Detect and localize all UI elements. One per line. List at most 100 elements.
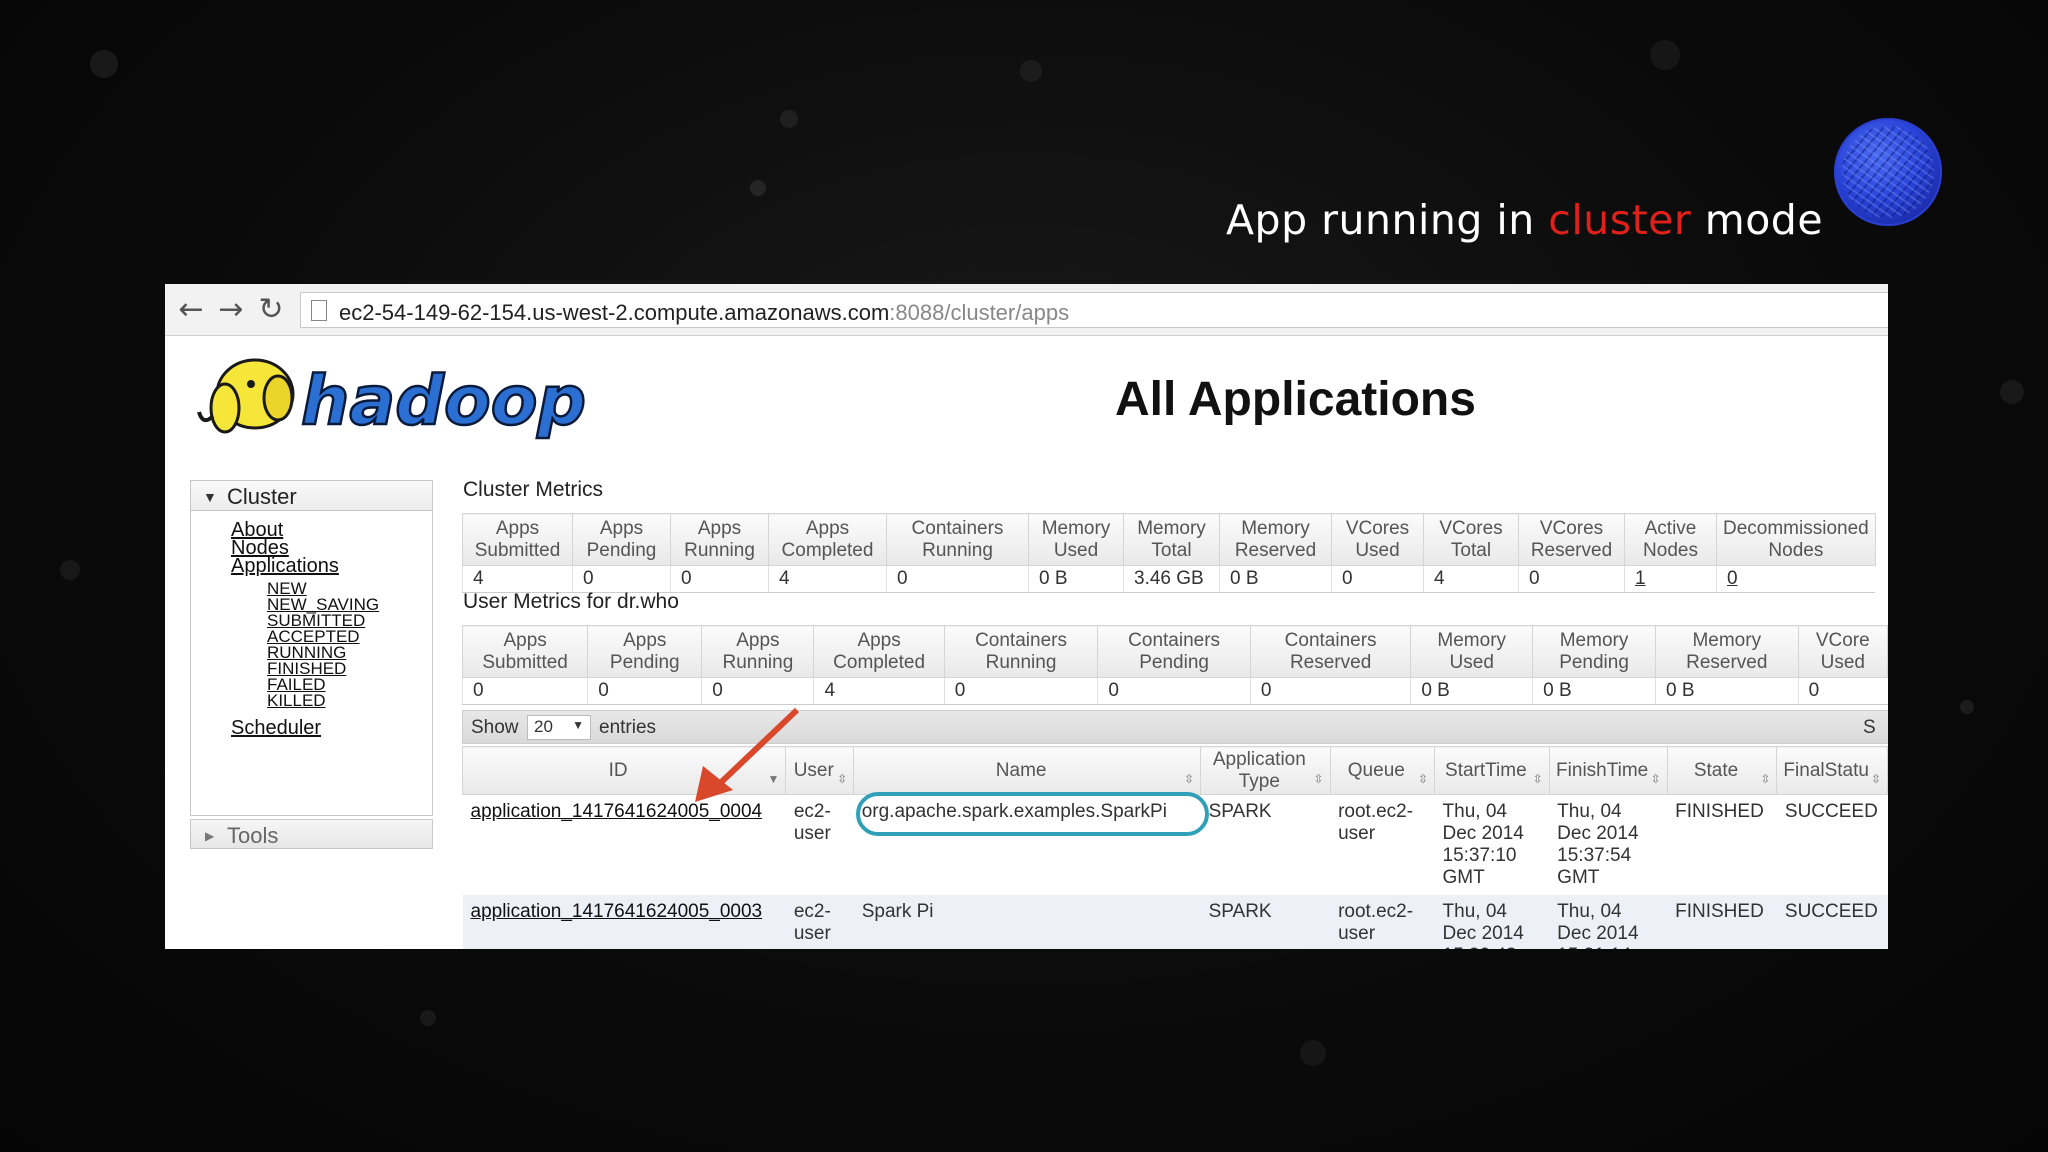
app-column-header[interactable]: FinishTime ⇳ <box>1548 746 1668 795</box>
url-path: :8088/cluster/apps <box>889 300 1070 325</box>
back-arrow-icon[interactable]: ← <box>175 294 207 326</box>
cluster-metric-header: Memory Total <box>1123 513 1220 566</box>
highlight-circle <box>856 792 1209 836</box>
sort-icon: ⇳ <box>1870 772 1881 786</box>
page-title: All Applications <box>1115 373 1476 426</box>
user-metric-value: 0 B <box>1410 677 1533 705</box>
address-bar-row: ← → ↻ ec2-54-149-62-154.us-west-2.comput… <box>165 284 1888 336</box>
url-text: ec2-54-149-62-154.us-west-2.compute.amaz… <box>339 300 1069 326</box>
sidebar: ▼ Cluster About Nodes Applications NEW NE… <box>190 480 433 816</box>
reload-icon[interactable]: ↻ <box>255 294 287 326</box>
cluster-metric-header: Apps Pending <box>572 513 671 566</box>
cluster-metric-value: 4 <box>462 565 573 593</box>
caption-text: App running in <box>1226 196 1549 244</box>
user-metric-value: 0 B <box>1654 677 1799 705</box>
user-metrics-table: Apps Submitted Apps Pending Apps Running Apps C… <box>461 625 1888 705</box>
sort-icon: ⇳ <box>1313 772 1324 786</box>
sidebar-link-scheduler[interactable]: Scheduler <box>231 717 321 740</box>
cluster-metric-header: Containers Running <box>886 513 1029 566</box>
user-metric-value: 0 <box>1797 677 1888 705</box>
user-metric-header: VCore Used <box>1797 625 1888 678</box>
page-icon <box>311 300 327 321</box>
sort-icon: ⇳ <box>1760 772 1771 786</box>
background-speck <box>750 180 766 196</box>
cluster-metric-header: VCores Reserved <box>1518 513 1625 566</box>
collapsed-triangle-icon: ▶ <box>205 829 215 843</box>
dropdown-arrow-icon: ▼ <box>572 718 584 732</box>
app-column-header[interactable]: StartTime ⇳ <box>1434 746 1550 795</box>
cluster-metric-header: Active Nodes <box>1624 513 1717 566</box>
app-cell: SPARK <box>1200 794 1331 895</box>
forward-arrow-icon[interactable]: → <box>215 294 247 326</box>
user-metric-header: Containers Pending <box>1097 625 1251 678</box>
yarn-ball-logo <box>1834 118 1942 226</box>
background-speck <box>90 50 118 78</box>
browser-window: ← → ↻ ec2-54-149-62-154.us-west-2.comput… <box>165 284 1888 949</box>
user-metric-header: Apps Submitted <box>461 625 589 678</box>
hadoop-logo-text: hadoop <box>301 362 586 441</box>
background-speck <box>2000 380 2024 404</box>
sort-icon: ⇳ <box>837 772 848 786</box>
user-metric-header: Memory Reserved <box>1654 625 1799 678</box>
caption-accent-word: cluster <box>1548 196 1692 244</box>
app-id-link[interactable]: application_1417641624005_0004 <box>462 794 786 895</box>
applications-table: ID ▼ User ⇳ Name ⇳ Application Type ⇳ Queue ⇳ Start… <box>461 746 1888 949</box>
user-metric-value: 4 <box>813 677 945 705</box>
user-metric-header: Containers Running <box>943 625 1099 678</box>
background-speck <box>1650 40 1680 70</box>
table-row: application_1417641624005_0003 ec2- user Sp… <box>462 895 1888 949</box>
hadoop-logo[interactable]: hadoop <box>193 346 613 446</box>
cluster-metric-header: VCores Total <box>1423 513 1519 566</box>
app-column-header[interactable]: FinalStatu ⇳ <box>1776 746 1888 795</box>
app-cell: Thu, 04Dec 201415:30:43 <box>1434 895 1550 949</box>
cluster-metric-header: Memory Reserved <box>1219 513 1332 566</box>
search-label-partial: S <box>1863 717 1876 738</box>
app-cell: SPARK <box>1200 895 1331 949</box>
app-id-link[interactable]: application_1417641624005_0003 <box>462 895 786 949</box>
app-column-header[interactable]: Application Type ⇳ <box>1200 746 1331 795</box>
cluster-metric-value: 0 <box>886 565 1029 593</box>
background-speck <box>780 110 798 128</box>
cluster-metric-header: Apps Submitted <box>462 513 573 566</box>
app-cell: Thu, 04 Dec 2014 15:37:10 GMT <box>1434 794 1550 895</box>
cluster-metric-value[interactable]: 0 <box>1716 565 1876 593</box>
sidebar-link-applications[interactable]: Applications <box>231 555 339 578</box>
cluster-metric-value: 0 B <box>1028 565 1124 593</box>
background-speck <box>60 560 80 580</box>
tools-label: Tools <box>227 823 279 848</box>
cluster-metric-header: Memory Used <box>1028 513 1124 566</box>
entries-select[interactable]: 20 ▼ <box>527 715 591 740</box>
cluster-metric-header: Apps Completed <box>768 513 887 566</box>
cluster-metric-value: 0 <box>572 565 671 593</box>
user-metric-header: Apps Running <box>701 625 815 678</box>
pointer-arrow-icon <box>695 707 800 802</box>
cluster-metrics-title: Cluster Metrics <box>463 478 604 501</box>
user-metric-value: 0 <box>1097 677 1251 705</box>
user-metrics-title: User Metrics for dr.who <box>463 590 679 613</box>
caption-text-end: mode <box>1691 196 1824 244</box>
user-metric-value: 0 B <box>1532 677 1656 705</box>
cluster-metric-header: VCores Used <box>1331 513 1424 566</box>
app-column-header[interactable]: State ⇳ <box>1666 746 1778 795</box>
app-column-header[interactable]: Name ⇳ <box>853 746 1202 795</box>
cluster-metric-value: 4 <box>1423 565 1519 593</box>
cluster-metric-value: 4 <box>768 565 887 593</box>
sidebar-tools-header[interactable]: ▶ Tools <box>190 819 433 849</box>
app-cell: root.ec2- user <box>1330 794 1435 895</box>
background-speck <box>1020 60 1042 82</box>
cluster-metrics-table: Apps Submitted Apps Pending Apps Running Apps C… <box>462 513 1876 593</box>
app-cell: SUCCEED <box>1776 895 1888 949</box>
user-metric-header: Memory Pending <box>1532 625 1656 678</box>
background-speck <box>1960 700 1974 714</box>
url-input[interactable]: ec2-54-149-62-154.us-west-2.compute.amaz… <box>300 292 1888 328</box>
sidebar-cluster-header[interactable]: ▼ Cluster <box>191 481 432 511</box>
sort-icon: ⇳ <box>1532 772 1543 786</box>
app-cell: Spark Pi <box>853 895 1201 949</box>
user-metric-header: Containers Reserved <box>1249 625 1412 678</box>
app-column-header[interactable]: Queue ⇳ <box>1329 746 1436 795</box>
cluster-metric-value[interactable]: 1 <box>1624 565 1717 593</box>
background-speck <box>1300 1040 1326 1066</box>
url-host: ec2-54-149-62-154.us-west-2.compute.amaz… <box>339 300 890 325</box>
sidebar-sub-killed[interactable]: KILLED <box>267 691 326 711</box>
cluster-label: Cluster <box>227 484 297 509</box>
